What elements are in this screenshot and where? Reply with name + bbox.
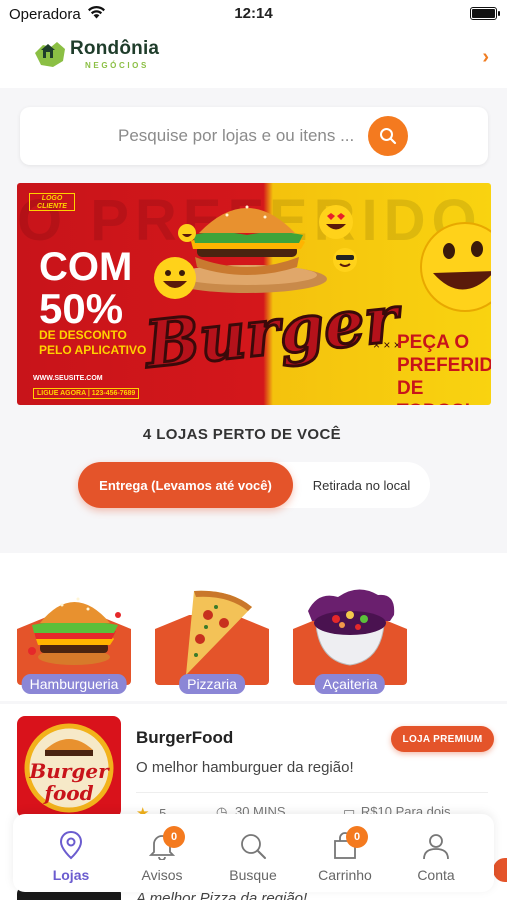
brand-logo[interactable]: Rondônia NEGÓCIOS (33, 36, 173, 74)
store-name[interactable]: BurgerFood (136, 728, 233, 748)
emoji-icon (333, 248, 357, 272)
premium-badge: LOJA PREMIUM (391, 726, 494, 752)
category-label: Hamburgueria (21, 674, 127, 694)
brand-subtitle: NEGÓCIOS (85, 61, 149, 70)
banner-client-logo: LOGO CLIENTE (29, 193, 75, 211)
tab-label: Conta (417, 867, 455, 883)
pizza-image (183, 590, 252, 679)
status-bar: Operadora 12:14 (0, 0, 507, 28)
chevron-right-icon[interactable]: › (482, 46, 489, 69)
category-label: Pizzaria (179, 674, 245, 694)
banner-headline-2: 50% (39, 285, 124, 332)
store-logo-text-1: Burger (28, 759, 110, 783)
banner-website: WWW.SEUSITE.COM (33, 375, 103, 382)
tab-bar: Lojas 0 Avisos Busque 0 Carrinho Conta (13, 814, 494, 892)
search-button[interactable] (368, 116, 408, 156)
app-header: Rondônia NEGÓCIOS › (0, 28, 507, 88)
search-icon (241, 834, 266, 859)
stores-section: 4 LOJAS PERTO DE VOCÊ Entrega (Levamos a… (0, 425, 507, 553)
emoji-icon (319, 205, 353, 239)
battery-icon (470, 7, 500, 20)
banner-headline-1: COM (39, 245, 133, 289)
acai-image (308, 589, 395, 666)
store-logo-text-2: food (42, 781, 93, 805)
search-bar (20, 107, 488, 165)
delivery-option[interactable]: Entrega (Levamos até você) (78, 462, 293, 508)
category-hamburgueria[interactable]: Hamburgueria (14, 553, 134, 699)
banner-phone: LIGUE AGORA | 123-456-7689 (33, 388, 140, 399)
emoji-icon (178, 224, 196, 242)
pickup-option[interactable]: Retirada no local (293, 462, 430, 508)
location-pin-icon (59, 830, 83, 860)
store-logo[interactable]: Burger food (17, 716, 121, 818)
clock: 12:14 (234, 5, 273, 22)
tab-avisos[interactable]: 0 Avisos (127, 826, 197, 884)
tab-label: Lojas (52, 867, 90, 883)
tab-carrinho[interactable]: 0 Carrinho (310, 826, 380, 884)
notification-badge: 0 (163, 826, 185, 848)
banner-cta: PEÇA O PREFERIDO DE TODOS! (397, 332, 491, 405)
search-input[interactable] (40, 116, 380, 156)
promo-banner[interactable]: O PREFERIDO LOGO CLIENTE COM 50% DE DESC… (17, 183, 491, 405)
category-acaiteria[interactable]: Açaiteria (290, 553, 410, 699)
burger-image (28, 597, 121, 665)
tab-label: Busque (229, 867, 277, 883)
tab-busque[interactable]: Busque (218, 828, 288, 884)
store-description: O melhor hamburguer da região! (136, 759, 354, 776)
tab-conta[interactable]: Conta (401, 828, 471, 884)
cart-badge: 0 (346, 826, 368, 848)
category-list: Hamburgueria Pizzaria Açaiteria (0, 553, 507, 701)
delivery-toggle: Entrega (Levamos até você) Retirada no l… (78, 462, 430, 508)
user-icon (423, 834, 449, 860)
brand-mark-icon (35, 42, 65, 67)
burgerfood-logo-icon: Burger food (24, 723, 114, 813)
banner-desc-2: PELO APLICATIVO (39, 343, 147, 357)
banner-desc-1: DE DESCONTO (39, 328, 127, 342)
divider (136, 792, 488, 793)
tab-lojas[interactable]: Lojas (36, 828, 106, 884)
emoji-icon (154, 257, 196, 299)
emoji-icon (420, 222, 491, 312)
tab-label: Avisos (141, 867, 183, 883)
category-pizzaria[interactable]: Pizzaria (152, 553, 272, 699)
category-label: Açaiteria (314, 674, 386, 694)
search-icon (380, 128, 397, 145)
brand-name: Rondônia (70, 38, 160, 59)
tab-label: Carrinho (318, 867, 372, 883)
stores-count-title: 4 LOJAS PERTO DE VOCÊ (142, 426, 342, 443)
